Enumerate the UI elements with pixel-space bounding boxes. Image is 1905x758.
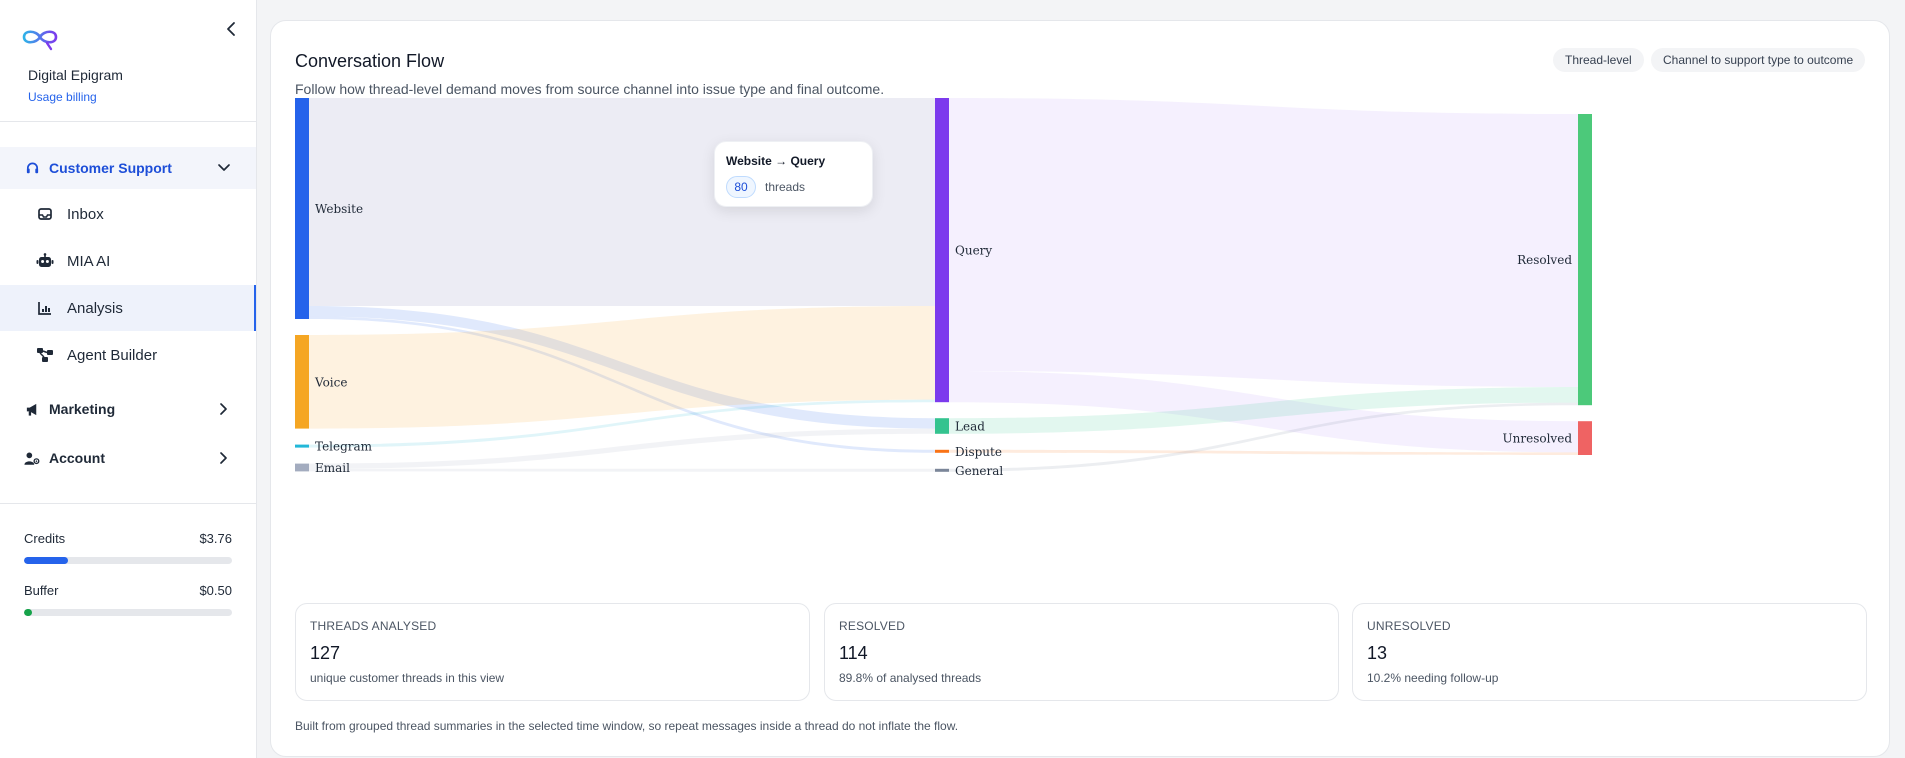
credits-value: $3.76 [199,531,232,546]
sankey-node-label: Telegram [315,440,373,454]
buffer-bar [24,609,232,616]
sidebar-item-agent-builder[interactable]: Agent Builder [0,332,256,378]
bar-chart-icon [36,299,54,317]
sankey-node-label: Query [955,244,992,258]
sidebar-item-label: Analysis [67,299,123,317]
sankey-node-label: Lead [955,420,985,434]
sidebar-item-label: Inbox [67,205,104,223]
sidebar-item-label: Agent Builder [67,346,158,364]
sidebar-item-mia-ai[interactable]: MIA AI [0,238,256,284]
stat-label: UNRESOLVED [1367,619,1451,633]
chevron-left-icon [227,22,235,36]
user-settings-icon [24,450,40,466]
stat-card-unresolved: UNRESOLVED 13 10.2% needing follow-up [1352,603,1867,701]
sidebar: Digital Epigram Usage billing Customer S… [0,0,257,758]
section-label: Customer Support [49,160,172,176]
usage-billing-link[interactable]: Usage billing [28,90,97,104]
conversation-flow-card: Conversation Flow Follow how thread-leve… [270,20,1890,757]
tooltip-title: Website → Query [726,154,826,168]
sankey-node-website[interactable] [295,98,309,319]
tooltip-count-badge: 80 [726,176,756,198]
divider [0,503,256,504]
stat-card-resolved: RESOLVED 114 89.8% of analysed threads [824,603,1339,701]
sankey-node-email[interactable] [295,463,309,472]
sidebar-item-inbox[interactable]: Inbox [0,191,256,237]
workflow-icon [36,346,54,364]
sankey-node-lead[interactable] [935,418,949,434]
sankey-link-query-resolved[interactable] [949,98,1578,387]
sankey-node-voice[interactable] [295,335,309,429]
sidebar-item-analysis[interactable]: Analysis [0,285,256,331]
sankey-node-label: Dispute [955,445,1002,459]
buffer-bar-fill [24,609,33,616]
sankey-node-general[interactable] [935,468,949,472]
buffer-label: Buffer [24,583,59,598]
megaphone-icon [24,401,40,417]
stat-card-threads: THREADS ANALYSED 127 unique customer thr… [295,603,810,701]
section-label: Marketing [49,401,116,417]
sankey-node-label: Website [315,202,363,216]
section-customer-support[interactable]: Customer Support [0,147,256,189]
sankey-node-label: Unresolved [1503,432,1573,446]
robot-icon [36,252,54,270]
stat-caption: unique customer threads in this view [310,671,505,685]
sankey-chart: Website Voice Telegram Email Query Lead Disput… [295,98,1592,478]
sankey-node-unresolved[interactable] [1578,421,1592,455]
section-marketing[interactable]: Marketing [0,388,256,430]
buffer-value: $0.50 [199,583,232,598]
sankey-node-query[interactable] [935,98,949,403]
sidebar-item-label: MIA AI [67,252,111,270]
stat-value: 127 [310,643,341,663]
org-name: Digital Epigram [28,67,123,83]
section-label: Account [49,450,105,466]
inbox-icon [36,205,54,223]
sankey-node-label: Resolved [1517,253,1572,267]
app-logo[interactable] [20,24,60,52]
stat-value: 13 [1367,643,1388,663]
sankey-link-email-general[interactable] [309,468,935,472]
sankey-node-label: Voice [314,375,347,389]
sankey-node-dispute[interactable] [935,449,949,453]
footnote: Built from grouped thread summaries in t… [295,719,959,733]
credits-label: Credits [24,531,66,546]
credits-bar-fill [24,557,68,564]
section-account[interactable]: Account [0,437,256,479]
chevron-right-icon [216,450,232,466]
sankey-link-voice-query[interactable] [309,306,935,429]
sankey-node-resolved[interactable] [1578,114,1592,406]
sankey-node-label: General [955,464,1003,478]
chevron-down-icon [216,160,232,176]
tooltip-unit: threads [765,180,806,194]
stat-value: 114 [839,643,868,663]
sankey-node-label: Email [315,461,350,475]
sankey-link-email-lead[interactable] [309,428,935,469]
collapse-sidebar-button[interactable] [222,18,240,40]
stat-caption: 10.2% needing follow-up [1367,671,1499,685]
divider [0,121,256,122]
stat-label: RESOLVED [839,619,906,633]
credits-bar [24,557,232,564]
stat-label: THREADS ANALYSED [310,619,437,633]
headset-icon [24,160,40,176]
chevron-right-icon [216,401,232,417]
stat-caption: 89.8% of analysed threads [839,671,982,685]
flow-tooltip: Website → Query 80 threads [714,141,873,207]
sankey-node-telegram[interactable] [295,444,309,448]
